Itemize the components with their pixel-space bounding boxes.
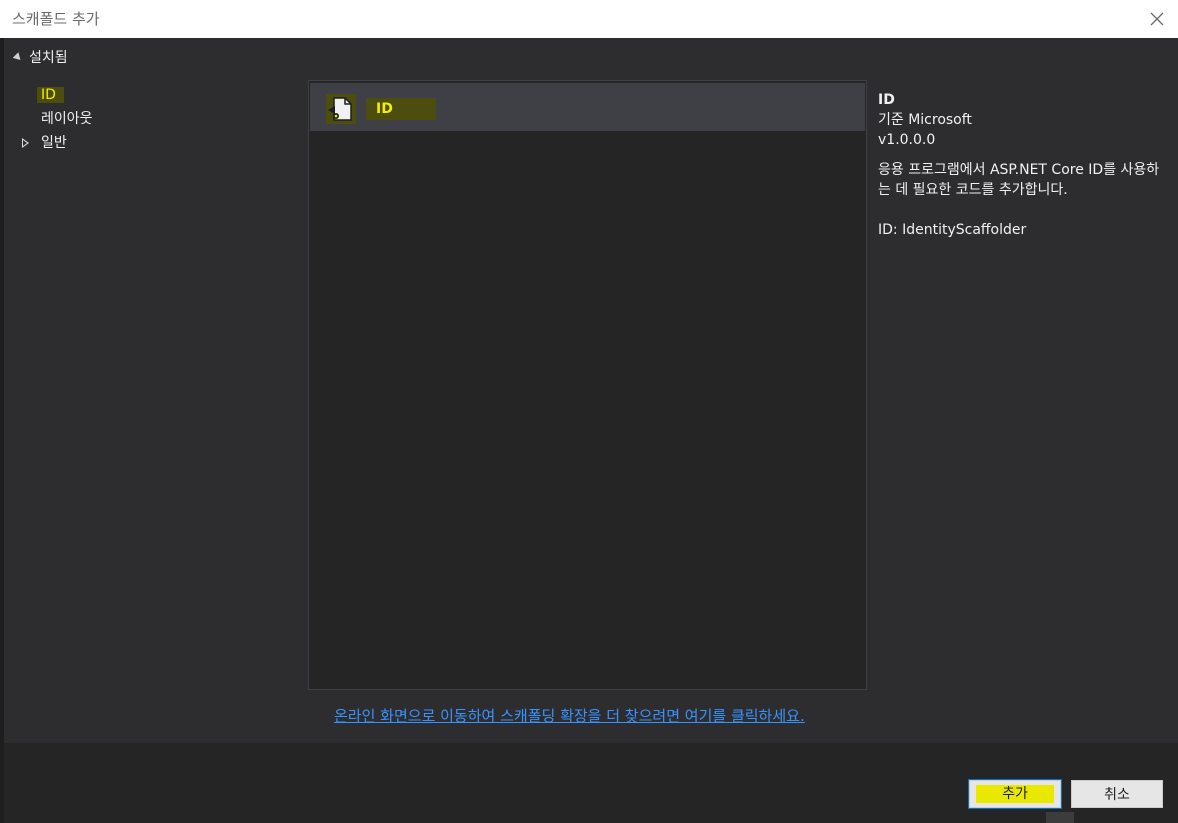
tree-item-general[interactable]: 일반 — [22, 131, 292, 155]
installed-header[interactable]: 설치됨 — [12, 46, 68, 68]
details-version: v1.0.0.0 — [878, 132, 936, 148]
scaffold-identity-icon — [326, 94, 356, 124]
dialog-footer: 추가 취소 — [4, 743, 1178, 823]
expand-arrow-icon[interactable] — [22, 138, 29, 148]
add-scaffold-dialog: 스캐폴드 추가 설치됨 ID 레이아웃 일반 ID ID 기준 Microsof… — [0, 0, 1178, 823]
collapse-arrow-icon — [12, 51, 24, 63]
window-title: 스캐폴드 추가 — [12, 10, 100, 28]
close-icon — [1150, 12, 1164, 26]
tree-item-label: 일반 — [41, 135, 67, 151]
tree-item-id[interactable]: ID — [22, 83, 292, 107]
left-edge — [0, 38, 4, 823]
list-item-id[interactable]: ID — [310, 83, 865, 131]
details-description: 응용 프로그램에서 ASP.NET Core ID를 사용하는 데 필요한 코드… — [878, 162, 1160, 198]
details-title: ID — [878, 92, 895, 108]
add-button-label: 추가 — [976, 785, 1054, 803]
installed-label: 설치됨 — [29, 50, 68, 66]
tree-item-label: ID — [41, 87, 64, 103]
add-button[interactable]: 추가 — [968, 779, 1062, 809]
list-item-label: ID — [366, 98, 436, 120]
details-id: ID: IdentityScaffolder — [878, 222, 1027, 238]
online-extensions-link[interactable]: 온라인 화면으로 이동하여 스캐폴딩 확장을 더 찾으려면 여기를 클릭하세요. — [334, 705, 805, 726]
tree-item-label: 레이아웃 — [41, 111, 93, 127]
tree-item-layout[interactable]: 레이아웃 — [22, 107, 292, 131]
cancel-button[interactable]: 취소 — [1071, 780, 1163, 808]
category-tree: ID 레이아웃 일반 — [22, 83, 292, 155]
scaffolder-list: ID — [308, 80, 867, 690]
details-author: 기준 Microsoft — [878, 112, 972, 128]
cancel-button-label: 취소 — [1104, 787, 1130, 803]
close-button[interactable] — [1144, 6, 1170, 32]
details-panel: ID 기준 Microsoft v1.0.0.0 응용 프로그램에서 ASP.N… — [878, 90, 1168, 240]
footer-edge — [1046, 812, 1074, 823]
title-bar: 스캐폴드 추가 — [0, 0, 1178, 38]
